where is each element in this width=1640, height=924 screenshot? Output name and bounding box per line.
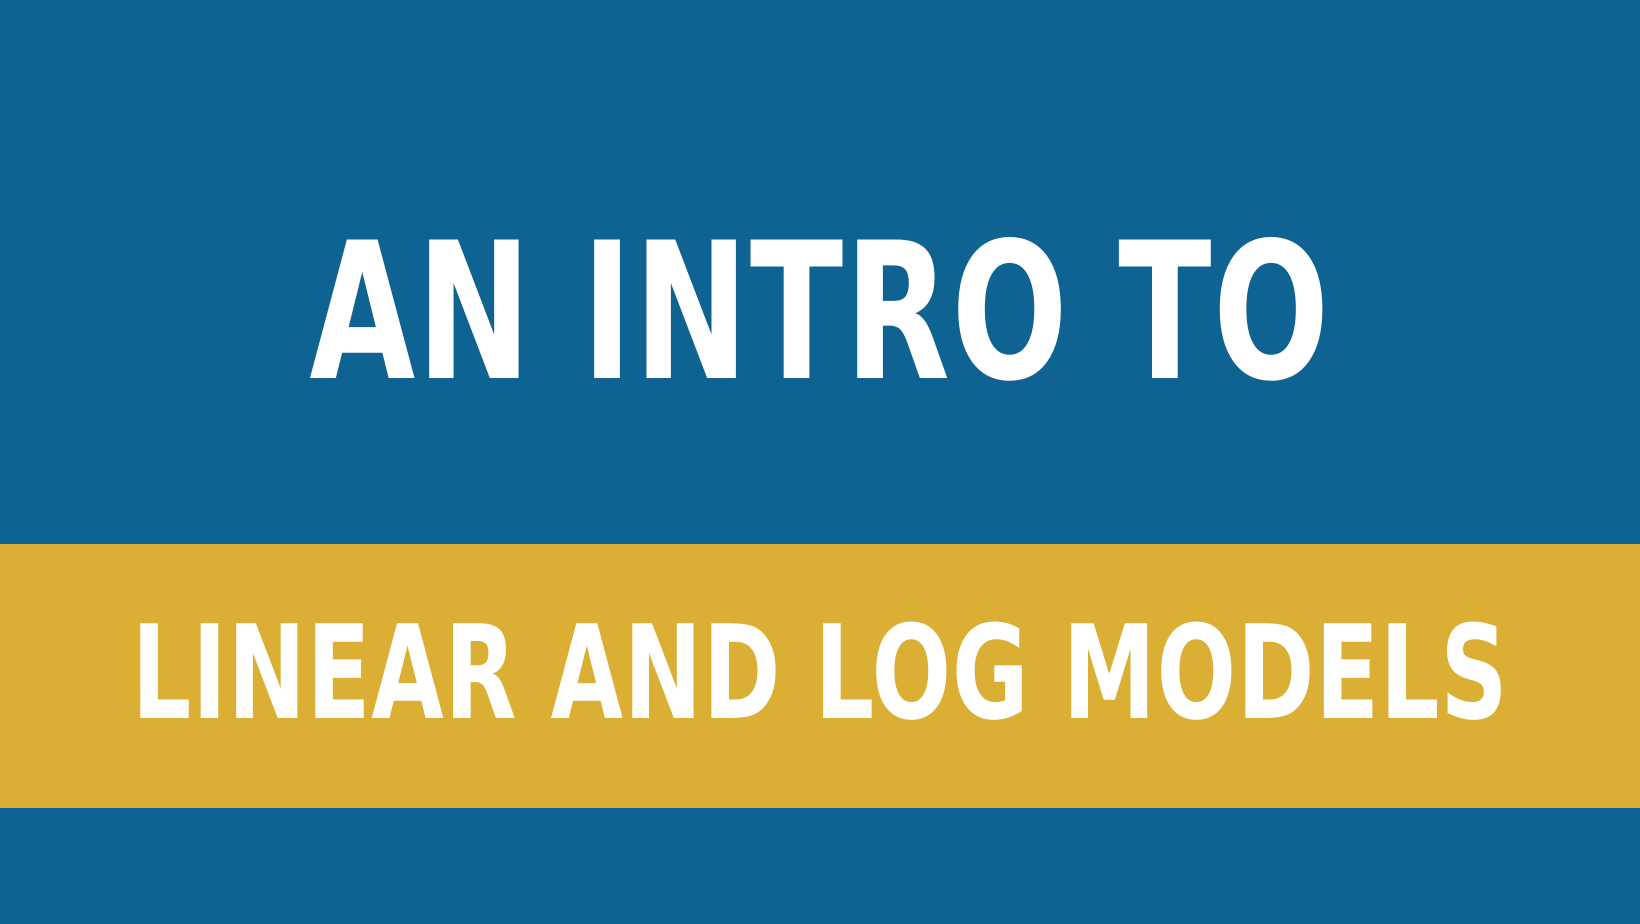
title-slide: AN INTRO TO LINEAR AND LOG MODELS [0, 0, 1640, 924]
highlight-band: LINEAR AND LOG MODELS [0, 544, 1640, 808]
title-line-2: LINEAR AND LOG MODELS [131, 597, 1509, 749]
title-line-1: AN INTRO TO [309, 202, 1331, 423]
